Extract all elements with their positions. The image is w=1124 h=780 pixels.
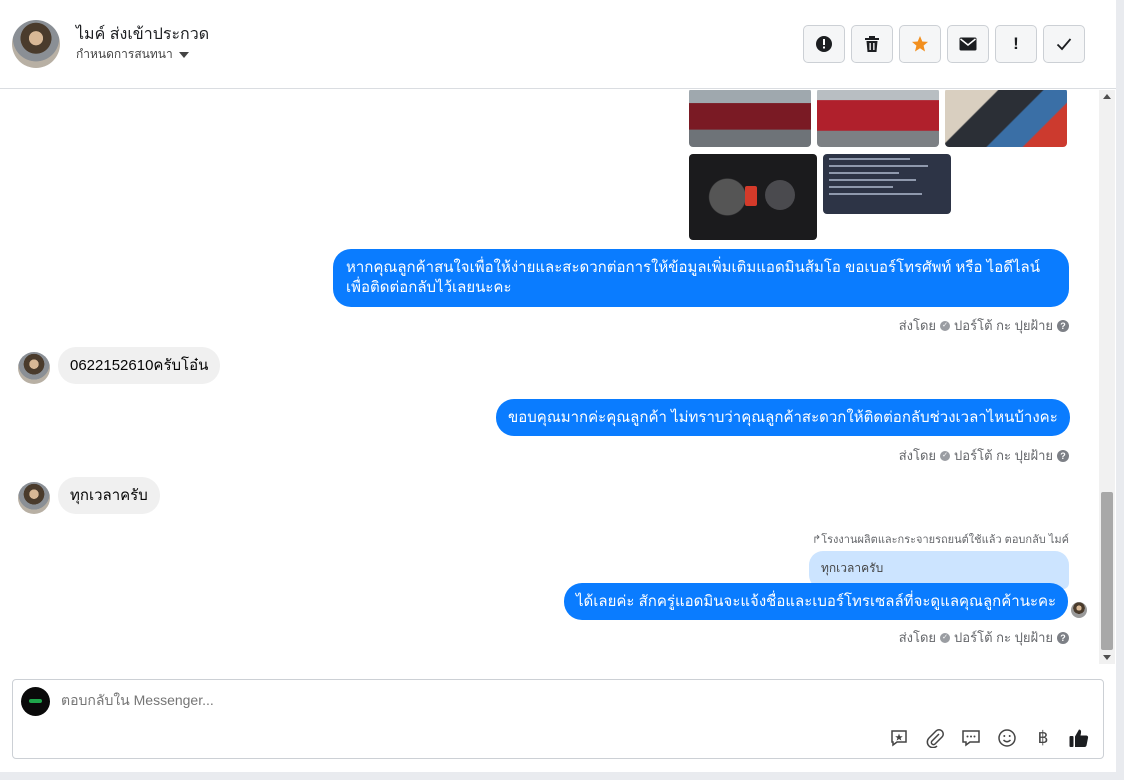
- sent-by-label: ส่งโดย: [898, 448, 937, 463]
- assign-label: กำหนดการสนทนา: [76, 47, 173, 61]
- doc-line: [829, 158, 911, 160]
- paperclip-icon: [926, 729, 944, 748]
- conversation-panel: ไมค์ ส่งเข้าประกวด กำหนดการสนทนา ! หากคุ…: [0, 0, 1116, 772]
- dashboard-display: [745, 186, 757, 206]
- doc-line: [829, 186, 893, 188]
- scroll-thumb[interactable]: [1101, 492, 1113, 650]
- sent-by-info: ส่งโดย ✓ ปอร์โต้ กะ ปุยฝ้าย ?: [899, 315, 1069, 336]
- emoji-button[interactable]: [995, 726, 1019, 750]
- doc-line: [829, 179, 916, 181]
- reply-arrow-icon: ↱: [812, 534, 822, 546]
- saved-reply-icon: [891, 730, 907, 747]
- like-button[interactable]: [1067, 726, 1091, 750]
- chat-bubble-icon: [962, 730, 980, 747]
- help-icon[interactable]: ?: [1057, 319, 1069, 332]
- check-circle-icon: ✓: [940, 320, 951, 331]
- outgoing-message[interactable]: หากคุณลูกค้าสนใจเพื่อให้ง่ายและสะดวกต่อก…: [333, 249, 1069, 307]
- baht-icon: ฿: [1037, 728, 1049, 747]
- message-text-line: เพื่อติดต่อกลับไว้เลยนะคะ: [346, 279, 512, 296]
- attach-button[interactable]: [923, 726, 947, 750]
- thread-scrollbar[interactable]: [1099, 90, 1115, 664]
- reply-context-text: โรงงานผลิตและกระจายรถยนต์ใช้แล้ว ตอบกลับ…: [821, 534, 1069, 546]
- exclamation-icon: !: [1013, 34, 1019, 53]
- thumbs-up-icon: [1069, 729, 1089, 747]
- composer-tools: ฿: [887, 726, 1091, 750]
- sent-by-label: ส่งโดย: [898, 630, 937, 645]
- caret-down-icon: [178, 51, 189, 58]
- outgoing-message[interactable]: ขอบคุณมากค่ะคุณลูกค้า ไม่ทราบว่าคุณลูกค้…: [496, 399, 1070, 436]
- star-icon: [912, 36, 928, 52]
- doc-line: [829, 193, 922, 195]
- dashboard-gauge: [765, 180, 795, 210]
- incoming-message[interactable]: ทุกเวลาครับ: [58, 477, 160, 514]
- spam-button[interactable]: [803, 25, 845, 63]
- reply-context-note: ↱โรงงานผลิตและกระจายรถยนต์ใช้แล้ว ตอบกลั…: [812, 530, 1069, 548]
- doc-line: [829, 172, 899, 174]
- envelope-icon: [959, 37, 977, 51]
- reply-input[interactable]: [61, 692, 761, 708]
- seen-avatar: [1071, 602, 1087, 618]
- contact-avatar-small: [18, 352, 50, 384]
- contact-avatar[interactable]: [12, 20, 60, 68]
- done-button[interactable]: [1043, 25, 1085, 63]
- smiley-icon: [998, 729, 1016, 747]
- check-circle-icon: ✓: [940, 632, 951, 643]
- conversation-toolbar: !: [803, 25, 1085, 63]
- photo-car-interior[interactable]: [945, 90, 1067, 147]
- quick-replies-button[interactable]: [959, 726, 983, 750]
- sender-name: ปอร์โต้ กะ ปุยฝ้าย: [954, 448, 1053, 463]
- saved-reply-button[interactable]: [887, 726, 911, 750]
- check-circle-icon: ✓: [940, 450, 951, 461]
- incoming-message[interactable]: 0622152610ครับโอ๋น: [58, 347, 221, 384]
- sender-name: ปอร์โต้ กะ ปุยฝ้าย: [954, 318, 1053, 333]
- photo-document[interactable]: [823, 154, 951, 214]
- mark-unread-button[interactable]: [947, 25, 989, 63]
- photo-car-front[interactable]: [689, 90, 811, 147]
- photo-car-rear[interactable]: [817, 90, 939, 147]
- sent-by-info: ส่งโดย ✓ ปอร์โต้ กะ ปุยฝ้าย ?: [899, 627, 1069, 648]
- star-button[interactable]: [899, 25, 941, 63]
- conversation-header: ไมค์ ส่งเข้าประกวด กำหนดการสนทนา !: [0, 0, 1116, 89]
- check-icon: [1056, 38, 1072, 51]
- delete-button[interactable]: [851, 25, 893, 63]
- contact-name[interactable]: ไมค์ ส่งเข้าประกวด: [76, 22, 209, 47]
- scroll-down-arrow-icon[interactable]: [1103, 655, 1111, 660]
- sender-name: ปอร์โต้ กะ ปุยฝ้าย: [954, 630, 1053, 645]
- message-thread[interactable]: หากคุณลูกค้าสนใจเพื่อให้ง่ายและสะดวกต่อก…: [0, 90, 1098, 662]
- message-composer: ฿: [12, 679, 1104, 759]
- sent-by-label: ส่งโดย: [898, 318, 937, 333]
- assign-conversation-dropdown[interactable]: กำหนดการสนทนา: [76, 45, 189, 64]
- outgoing-message[interactable]: ได้เลยค่ะ สักครู่แอดมินจะแจ้งชื่อและเบอร…: [564, 583, 1069, 620]
- contact-avatar-small: [18, 482, 50, 514]
- scroll-up-arrow-icon[interactable]: [1103, 94, 1111, 99]
- page-logo-avatar: [21, 687, 50, 716]
- sent-by-info: ส่งโดย ✓ ปอร์โต้ กะ ปุยฝ้าย ?: [899, 445, 1069, 466]
- help-icon[interactable]: ?: [1057, 449, 1069, 462]
- message-text-line: หากคุณลูกค้าสนใจเพื่อให้ง่ายและสะดวกต่อก…: [346, 259, 1040, 276]
- trash-icon: [865, 36, 879, 52]
- photo-dashboard[interactable]: [689, 154, 817, 240]
- payment-button[interactable]: ฿: [1031, 726, 1055, 750]
- help-icon[interactable]: ?: [1057, 631, 1069, 644]
- alert-circle-icon: [816, 36, 832, 52]
- important-button[interactable]: !: [995, 25, 1037, 63]
- doc-line: [829, 165, 928, 167]
